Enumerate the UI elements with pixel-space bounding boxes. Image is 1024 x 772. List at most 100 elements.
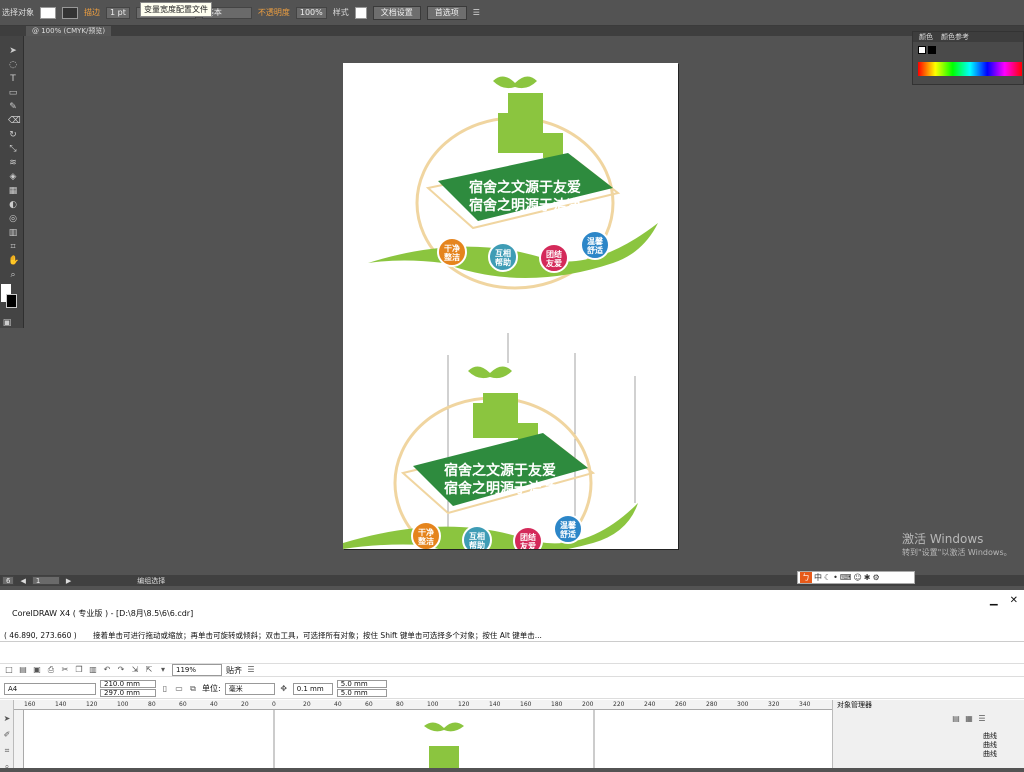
upper-badge-label: 帮助 bbox=[495, 257, 511, 267]
warp-tool-icon[interactable]: ≋ bbox=[8, 158, 18, 168]
rotate-tool-icon[interactable]: ↻ bbox=[8, 130, 18, 140]
gradient-tool-icon[interactable]: ◐ bbox=[8, 200, 18, 210]
save-icon[interactable]: ▣ bbox=[32, 665, 42, 675]
page-size-select[interactable]: A4 bbox=[4, 682, 96, 695]
pick-tool-icon[interactable]: ➤ bbox=[2, 714, 12, 724]
screen-mode-icon[interactable]: ▣ bbox=[2, 318, 12, 328]
lasso-tool-icon[interactable]: ◌ bbox=[8, 60, 18, 70]
duplicate-x-field[interactable]: 5.0 mm bbox=[336, 680, 387, 688]
crop-tool-icon[interactable]: ⌗ bbox=[2, 746, 12, 756]
tools-icon[interactable]: ✱ bbox=[864, 573, 871, 582]
window-controls: ▁ ✕ bbox=[990, 595, 1018, 606]
shape-builder-icon[interactable]: ◈ bbox=[8, 172, 18, 182]
vertical-ruler[interactable] bbox=[14, 710, 24, 768]
horizontal-ruler[interactable]: 160 140 120 100 80 60 40 20 0 20 40 60 80 100 120 140 16… bbox=[14, 700, 832, 710]
skin-icon[interactable]: ☺ bbox=[853, 573, 861, 582]
close-icon[interactable]: ✕ bbox=[1010, 595, 1018, 606]
layer-props-icon[interactable]: ▦ bbox=[964, 714, 974, 724]
shape-tool-icon[interactable]: ✐ bbox=[2, 730, 12, 740]
tab-color-guide[interactable]: 颜色参考 bbox=[941, 32, 969, 42]
options-icon[interactable]: ☰ bbox=[246, 665, 256, 675]
menu-icon[interactable]: ☰ bbox=[473, 8, 480, 17]
page-select[interactable]: 1 bbox=[31, 576, 60, 585]
layer-list-icon[interactable]: ☰ bbox=[977, 714, 987, 724]
black-swatch[interactable] bbox=[928, 46, 936, 54]
snap-label[interactable]: 贴齐 bbox=[226, 665, 242, 676]
next-page-icon[interactable]: ▶ bbox=[66, 577, 71, 585]
all-pages-icon[interactable]: ⧉ bbox=[188, 684, 198, 694]
tab-color[interactable]: 颜色 bbox=[919, 32, 933, 42]
ime-toolbar: ㄅ 中 ☾ • ⌨ ☺ ✱ ⚙ bbox=[797, 571, 915, 584]
open-icon[interactable]: ▤ bbox=[18, 665, 28, 675]
redo-icon[interactable]: ↷ bbox=[116, 665, 126, 675]
rectangle-tool-icon[interactable]: ▭ bbox=[8, 88, 18, 98]
scale-tool-icon[interactable]: ⤡ bbox=[8, 144, 18, 154]
ruler-tick-label: 160 bbox=[520, 701, 532, 708]
keyboard-icon[interactable]: ⌨ bbox=[840, 573, 852, 582]
prev-page-icon[interactable]: ◀ bbox=[20, 577, 25, 585]
blend-tool-icon[interactable]: ◎ bbox=[8, 214, 18, 224]
fill-swatch[interactable] bbox=[40, 6, 56, 19]
portrait-icon[interactable]: ▯ bbox=[160, 684, 170, 694]
opacity-field[interactable]: 100% bbox=[295, 6, 327, 19]
stroke-swatch[interactable] bbox=[62, 6, 78, 19]
ruler-tick-label: 140 bbox=[55, 701, 67, 708]
cut-icon[interactable]: ✂ bbox=[60, 665, 70, 675]
zoom-tool-icon[interactable]: ⌕ bbox=[8, 270, 18, 280]
print-icon[interactable]: ⎙ bbox=[46, 665, 56, 675]
export-icon[interactable]: ⇱ bbox=[144, 665, 154, 675]
units-select[interactable]: 毫米 bbox=[224, 682, 275, 695]
undo-icon[interactable]: ↶ bbox=[102, 665, 112, 675]
doc-setup-button[interactable]: 文档设置 bbox=[372, 5, 421, 20]
coreldraw-toolbox: ➤ ✐ ⌗ ⌕ bbox=[0, 700, 14, 771]
nudge-field[interactable]: 0.1 mm bbox=[292, 682, 333, 695]
stroke-weight-select[interactable]: 1 pt bbox=[106, 6, 130, 19]
copy-icon[interactable]: ❐ bbox=[74, 665, 84, 675]
units-label: 单位: bbox=[202, 684, 221, 693]
zoom-select[interactable]: 6 bbox=[2, 576, 15, 585]
page-height-field[interactable]: 297.0 mm bbox=[100, 689, 156, 697]
import-icon[interactable]: ⇲ bbox=[130, 665, 140, 675]
graph-tool-icon[interactable]: ▥ bbox=[8, 228, 18, 238]
eraser-tool-icon[interactable]: ⌫ bbox=[8, 116, 21, 126]
style-swatch[interactable] bbox=[354, 6, 367, 19]
zoom-select[interactable]: 119% bbox=[172, 664, 222, 676]
type-tool-icon[interactable]: T bbox=[8, 74, 18, 84]
artboard-tool-icon[interactable]: ⌗ bbox=[8, 242, 18, 252]
mesh-tool-icon[interactable]: ▦ bbox=[8, 186, 18, 196]
object-manager: 对象管理器 ▤ ▦ ☰ 曲线 曲线 曲线 bbox=[832, 700, 1024, 768]
layer-view-icon[interactable]: ▤ bbox=[951, 714, 961, 724]
opacity-label[interactable]: 不透明度 bbox=[258, 7, 290, 18]
fill-stroke-icon[interactable] bbox=[1, 284, 17, 310]
coreldraw-canvas[interactable] bbox=[24, 710, 832, 768]
moon-icon[interactable]: ☾ bbox=[824, 573, 831, 582]
ruler-tick-label: 0 bbox=[272, 701, 276, 708]
hint-text: 接着单击可进行拖动或缩放；再单击可旋转或倾斜；双击工具，可选择所有对象；按住 S… bbox=[93, 631, 542, 640]
zoom-tool-icon[interactable]: ⌕ bbox=[2, 762, 12, 772]
duplicate-y-field[interactable]: 5.0 mm bbox=[336, 689, 387, 697]
paste-icon[interactable]: ▥ bbox=[88, 665, 98, 675]
minimize-icon[interactable]: ▁ bbox=[990, 595, 998, 606]
page-width-field[interactable]: 210.0 mm bbox=[100, 680, 156, 688]
ime-mode[interactable]: 中 bbox=[814, 572, 822, 583]
doc-tab[interactable]: @ 100% (CMYK/预览) bbox=[26, 26, 112, 36]
punctuation-icon[interactable]: • bbox=[833, 573, 838, 582]
landscape-icon[interactable]: ▭ bbox=[174, 684, 184, 694]
hand-tool-icon[interactable]: ✋ bbox=[8, 256, 19, 266]
selection-tool-icon[interactable]: ➤ bbox=[8, 46, 18, 56]
pencil-tool-icon[interactable]: ✎ bbox=[8, 102, 18, 112]
none-swatch[interactable] bbox=[918, 46, 926, 54]
ime-logo-icon[interactable]: ㄅ bbox=[800, 572, 812, 583]
launcher-icon[interactable]: ▾ bbox=[158, 665, 168, 675]
list-item[interactable]: 曲线 bbox=[983, 741, 1023, 750]
stroke-label[interactable]: 描边 bbox=[84, 7, 100, 18]
list-item[interactable]: 曲线 bbox=[983, 732, 1023, 741]
color-spectrum[interactable] bbox=[918, 62, 1022, 76]
ruler-tick-label: 160 bbox=[24, 701, 36, 708]
design-lower: 宿舍之文源于友爱 宿舍之明源于洁净 bbox=[343, 366, 638, 570]
ruler-tick-label: 260 bbox=[675, 701, 687, 708]
settings-icon[interactable]: ⚙ bbox=[872, 573, 879, 582]
new-icon[interactable]: □ bbox=[4, 665, 14, 675]
list-item[interactable]: 曲线 bbox=[983, 750, 1023, 759]
preferences-button[interactable]: 首选项 bbox=[426, 5, 467, 20]
